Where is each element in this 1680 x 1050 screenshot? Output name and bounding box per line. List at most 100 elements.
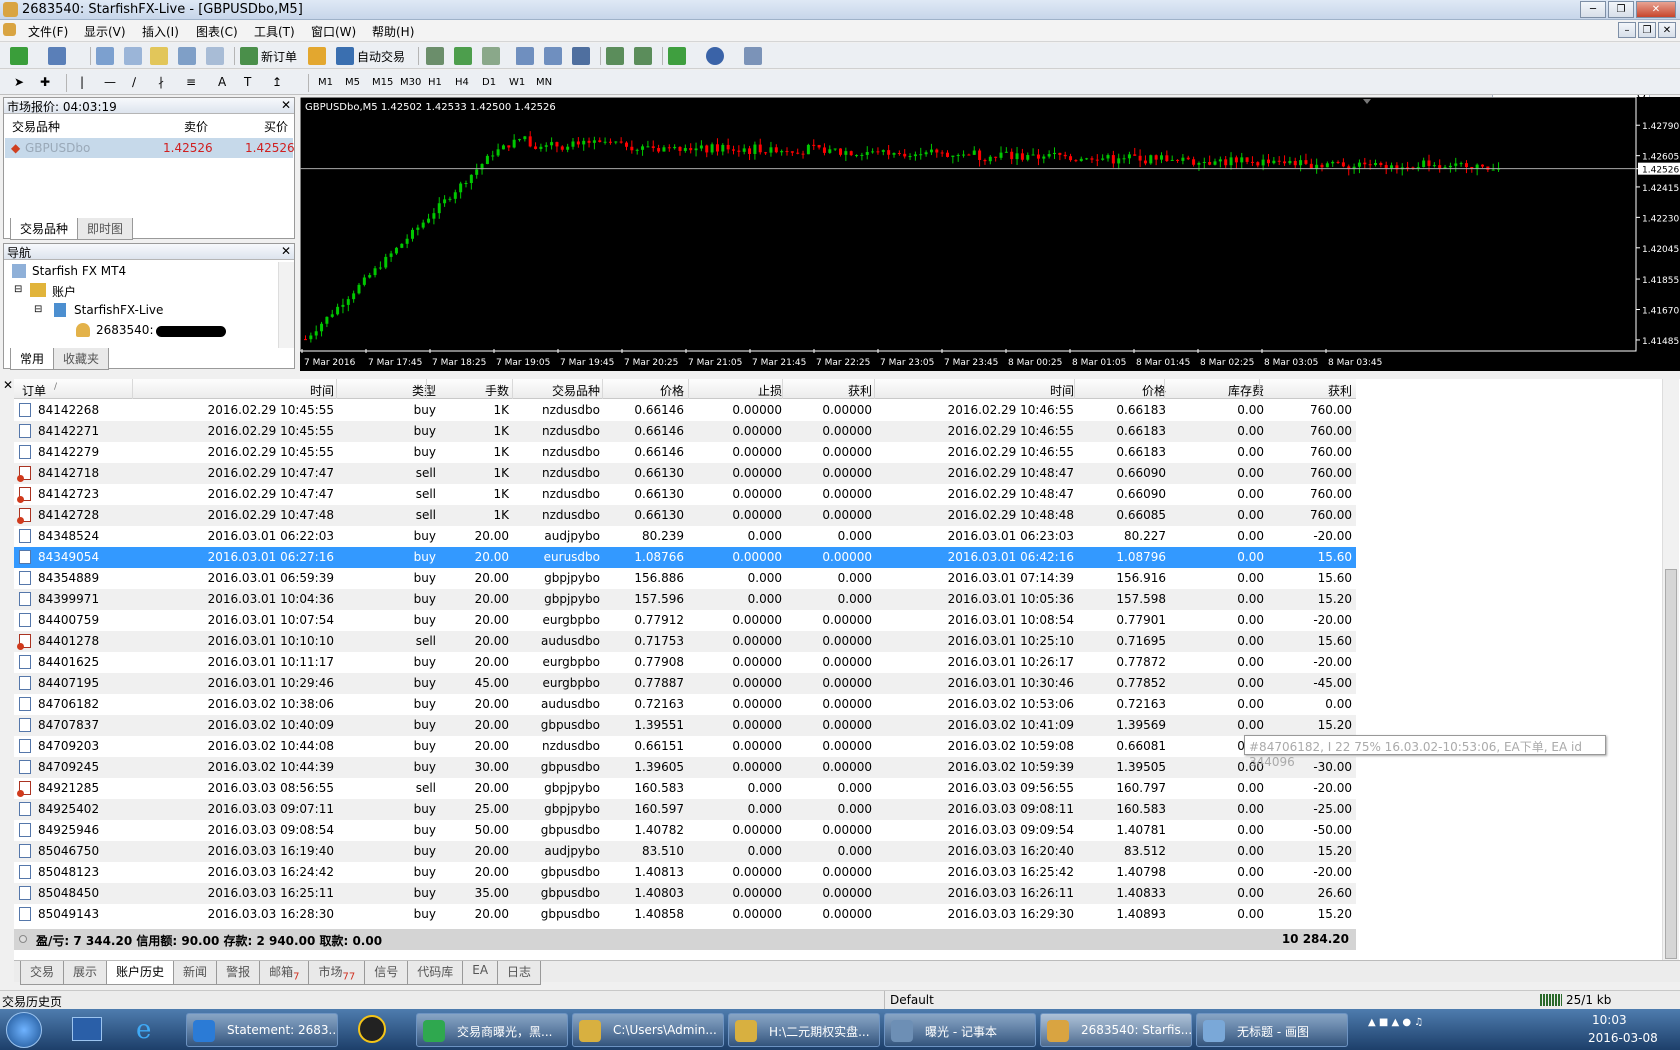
trendline-icon[interactable]: ∕	[132, 75, 136, 89]
indicators-icon[interactable]	[668, 47, 686, 65]
tab-market[interactable]: 市场77	[308, 961, 366, 986]
table-row[interactable]: 84348524 2016.03.01 06:22:03 buy 20.00 audjp…	[14, 526, 1356, 547]
show-desktop-icon[interactable]	[72, 1017, 102, 1041]
menu-window[interactable]: 窗口(W)	[311, 23, 356, 40]
crosshair-icon[interactable]: ✚	[40, 75, 50, 89]
close-icon[interactable]: ✕	[281, 244, 291, 258]
child-minimize-button[interactable]: –	[1618, 22, 1636, 38]
timeframe-h1[interactable]: H1	[428, 77, 442, 88]
autoscroll-icon[interactable]	[606, 47, 624, 65]
metaeditor-icon[interactable]	[308, 47, 326, 65]
table-row[interactable]: 85048450 2016.03.03 16:25:11 buy 35.00 gbpus…	[14, 883, 1356, 904]
menu-chart[interactable]: 图表(C)	[196, 23, 238, 40]
candlestick-icon[interactable]	[454, 47, 472, 65]
maximize-button[interactable]: ❐	[1608, 1, 1634, 18]
taskbar-item[interactable]: H:\二元期权实盘...	[728, 1013, 880, 1047]
periods-icon[interactable]	[706, 47, 724, 65]
channel-icon[interactable]: ∤	[158, 75, 164, 89]
qq-icon[interactable]	[358, 1015, 386, 1043]
data-window-icon[interactable]	[124, 47, 142, 65]
start-button[interactable]	[6, 1012, 42, 1048]
tab-favorites[interactable]: 收藏夹	[53, 348, 110, 370]
col-swap[interactable]: 库存费	[1174, 382, 1264, 399]
auto-trade-button[interactable]: 自动交易	[357, 48, 405, 65]
taskbar-item[interactable]: 2683540: Starfis...	[1040, 1013, 1192, 1047]
terminal-icon[interactable]	[178, 47, 196, 65]
tab-common[interactable]: 常用	[10, 348, 55, 370]
table-row[interactable]: 84354889 2016.03.01 06:59:39 buy 20.00 gbpjp…	[14, 568, 1356, 589]
new-order-button[interactable]: 新订单	[261, 48, 297, 65]
col-sl[interactable]: 止损	[694, 382, 782, 399]
table-row[interactable]: 84401625 2016.03.01 10:11:17 buy 20.00 eurgb…	[14, 652, 1356, 673]
taskbar-item[interactable]: Statement: 2683...	[186, 1013, 338, 1047]
col-symbol[interactable]: 交易品种	[12, 118, 60, 135]
tree-root[interactable]: Starfish FX MT4	[32, 264, 126, 278]
table-row[interactable]: 85048123 2016.03.03 16:24:42 buy 20.00 gbpus…	[14, 862, 1356, 883]
text-icon[interactable]: A	[218, 75, 226, 89]
doc-icon[interactable]	[3, 23, 16, 36]
table-row[interactable]: 84142723 2016.02.29 10:47:47 sell 1K nzdusdb…	[14, 484, 1356, 505]
table-row[interactable]: 84921285 2016.03.03 08:56:55 sell 20.00 gbpj…	[14, 778, 1356, 799]
table-row[interactable]: 84399971 2016.03.01 10:04:36 buy 20.00 gbpjp…	[14, 589, 1356, 610]
close-icon[interactable]: ✕	[281, 98, 291, 112]
menu-file[interactable]: 文件(F)	[28, 23, 68, 40]
tile-windows-icon[interactable]	[572, 47, 590, 65]
timeframe-m30[interactable]: M30	[400, 77, 421, 88]
col-close-time[interactable]: 时间	[874, 382, 1074, 399]
table-row[interactable]: 84707837 2016.03.02 10:40:09 buy 20.00 gbpus…	[14, 715, 1356, 736]
menu-tools[interactable]: 工具(T)	[254, 23, 295, 40]
ie-icon[interactable]: e	[136, 1015, 151, 1045]
tab-experts[interactable]: EA	[462, 961, 499, 986]
tree-accounts[interactable]: 账户	[52, 283, 76, 300]
tab-alerts[interactable]: 警报	[216, 961, 261, 986]
chart-shift-icon[interactable]	[634, 47, 652, 65]
line-chart-icon[interactable]	[482, 47, 500, 65]
fibonacci-icon[interactable]: ≡	[186, 75, 196, 89]
zoom-in-icon[interactable]	[516, 47, 534, 65]
cursor-icon[interactable]: ➤	[14, 75, 24, 89]
terminal-scrollbar[interactable]	[1662, 379, 1679, 960]
navigator-icon[interactable]	[150, 47, 168, 65]
col-tp[interactable]: 获利	[784, 382, 872, 399]
profiles-icon[interactable]	[48, 47, 66, 65]
taskbar-item[interactable]: C:\Users\Admin...	[572, 1013, 724, 1047]
close-button[interactable]: ✕	[1636, 1, 1676, 18]
col-open-time[interactable]: 时间	[134, 382, 334, 399]
tab-exposure[interactable]: 展示	[63, 961, 108, 986]
market-watch-icon[interactable]	[96, 47, 114, 65]
tree-server[interactable]: StarfishFX-Live	[74, 303, 163, 317]
tab-symbols[interactable]: 交易品种	[10, 218, 79, 240]
text-label-icon[interactable]: T	[244, 75, 251, 89]
table-row[interactable]: 84709203 2016.03.02 10:44:08 buy 20.00 nzdus…	[14, 736, 1356, 757]
col-lots[interactable]: 手数	[434, 382, 509, 399]
symbol-row[interactable]: ◆ GBPUSDbo 1.42526 1.42526	[5, 138, 295, 158]
new-chart-icon[interactable]	[10, 47, 28, 65]
table-row[interactable]: 84709245 2016.03.02 10:44:39 buy 30.00 gbpus…	[14, 757, 1356, 778]
table-row[interactable]: 84400759 2016.03.01 10:07:54 buy 20.00 eurgb…	[14, 610, 1356, 631]
arrows-icon[interactable]: ↥	[272, 75, 282, 89]
child-restore-button[interactable]: ❐	[1638, 22, 1656, 38]
taskbar-item[interactable]: 交易商曝光，黑...	[416, 1013, 568, 1047]
table-row[interactable]: 84925946 2016.03.03 09:08:54 buy 50.00 gbpus…	[14, 820, 1356, 841]
table-row[interactable]: 84925402 2016.03.03 09:07:11 buy 25.00 gbpjp…	[14, 799, 1356, 820]
col-type[interactable]: 类型	[344, 382, 436, 399]
tab-mailbox[interactable]: 邮箱7	[259, 961, 310, 986]
timeframe-m5[interactable]: M5	[345, 77, 360, 88]
tab-account-history[interactable]: 账户历史	[106, 961, 175, 986]
tab-signals[interactable]: 信号	[364, 961, 409, 986]
table-row[interactable]: 84706182 2016.03.02 10:38:06 buy 20.00 audus…	[14, 694, 1356, 715]
timeframe-m15[interactable]: M15	[372, 77, 393, 88]
timeframe-h4[interactable]: H4	[455, 77, 469, 88]
expand-icon[interactable]: ⊟	[34, 304, 42, 315]
tray-icons[interactable]: ▲ ■ ▲ ● ♫	[1368, 1017, 1423, 1028]
tab-tick-chart[interactable]: 即时图	[77, 218, 134, 240]
timeframe-d1[interactable]: D1	[482, 77, 496, 88]
auto-trade-icon[interactable]	[336, 47, 354, 65]
menu-view[interactable]: 显示(V)	[84, 23, 126, 40]
table-row[interactable]: 84349054 2016.03.01 06:27:16 buy 20.00 eurus…	[14, 547, 1356, 568]
horizontal-line-icon[interactable]: —	[104, 75, 116, 89]
menu-help[interactable]: 帮助(H)	[372, 23, 414, 40]
tab-news[interactable]: 新闻	[173, 961, 218, 986]
col-open-price[interactable]: 价格	[604, 382, 684, 399]
tab-journal[interactable]: 日志	[497, 961, 542, 986]
